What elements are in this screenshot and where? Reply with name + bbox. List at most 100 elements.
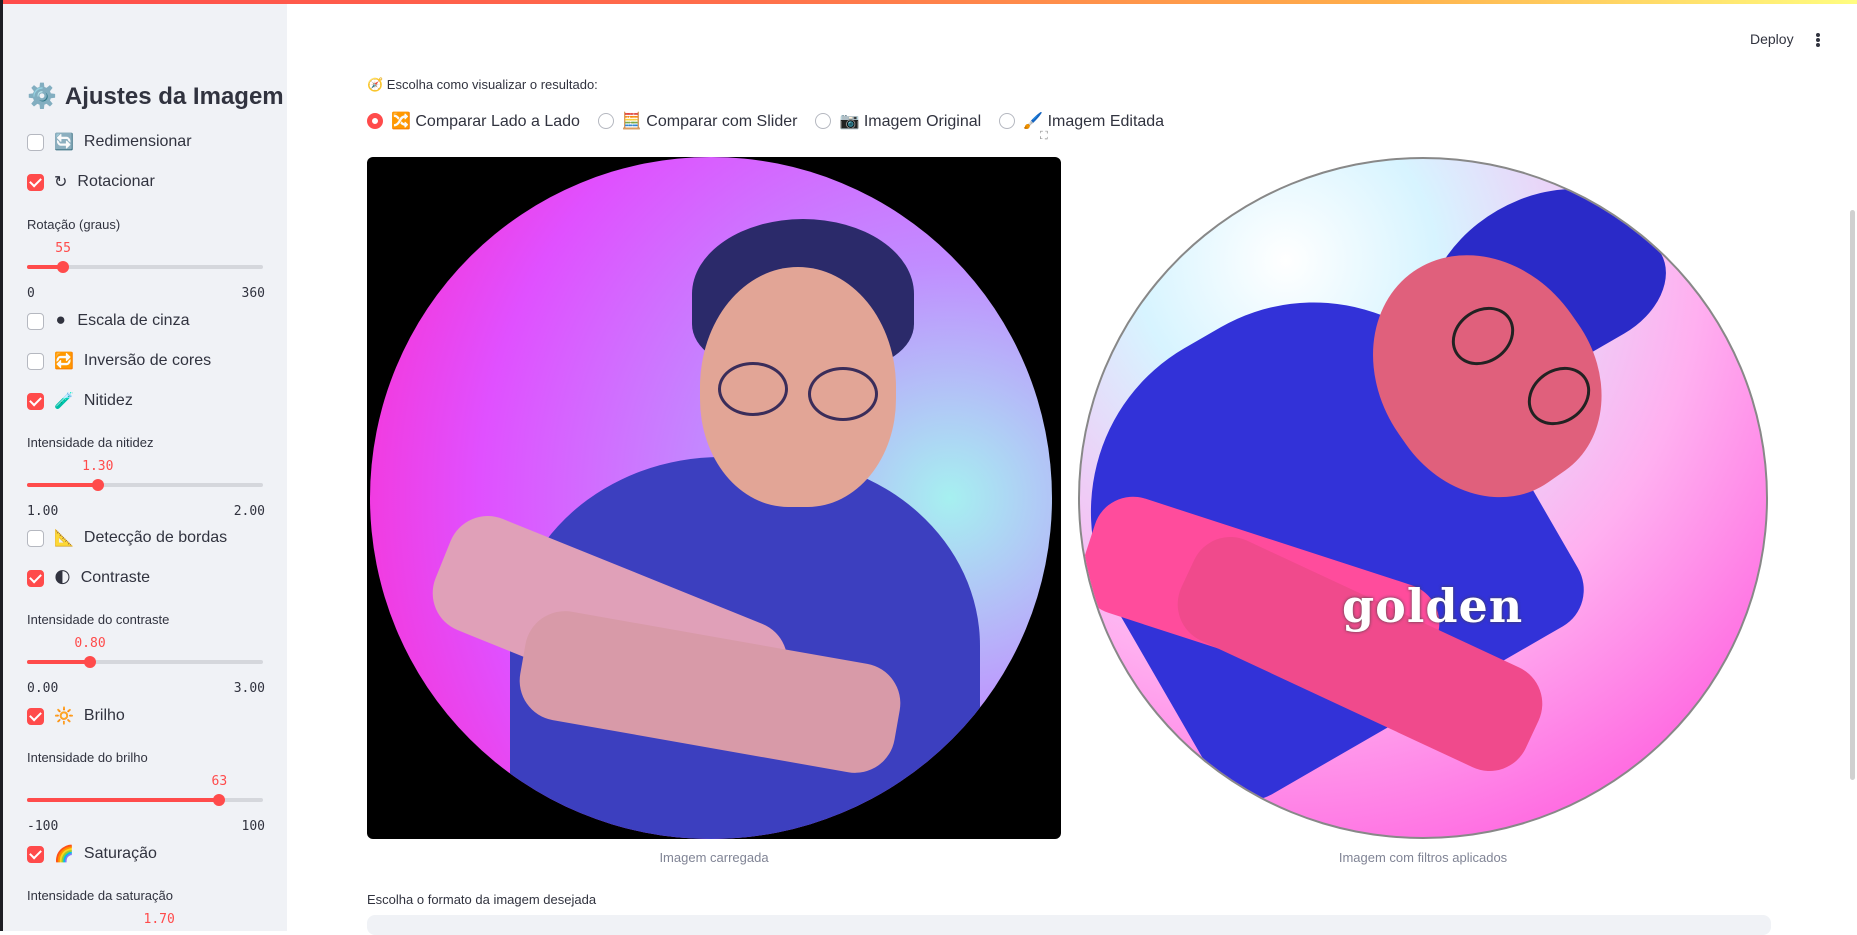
original-image <box>367 157 1061 839</box>
checkbox-0[interactable]: 🔄 Redimensionar <box>27 132 192 152</box>
checkbox-emoji-icon: 🧪 <box>54 393 74 410</box>
checkbox-box[interactable] <box>27 133 44 151</box>
checkbox-emoji-icon: 🔁 <box>54 353 74 370</box>
slider-label: Intensidade do contraste <box>27 612 170 627</box>
checkbox-5[interactable]: 🧪 Nitidez <box>27 391 133 411</box>
radio-indicator[interactable] <box>815 113 832 129</box>
page-scrollbar[interactable] <box>1850 210 1855 780</box>
checkbox-box[interactable] <box>27 312 44 330</box>
edited-image-caption: Imagem com filtros aplicados <box>1338 850 1508 865</box>
slider-11: Intensidade do brilho 63 -100 100 <box>27 750 267 840</box>
slider-thumb[interactable] <box>84 656 96 668</box>
checkbox-4[interactable]: 🔁 Inversão de cores <box>27 351 211 371</box>
glasses-lens <box>808 367 878 421</box>
fullscreen-icon[interactable]: ⛶ <box>1040 130 1052 142</box>
slider-2: Rotação (graus) 55 0 360 <box>27 217 267 307</box>
sidebar-title: ⚙️ Ajustes da Imagem <box>27 82 284 111</box>
checkbox-box[interactable] <box>27 707 44 725</box>
gear-icon: ⚙️ <box>27 83 57 110</box>
checkbox-label: Brilho <box>83 707 125 724</box>
slider-value: 55 <box>55 241 71 256</box>
radio-indicator[interactable] <box>597 113 614 129</box>
checkbox-emoji-icon: 📐 <box>54 530 74 547</box>
checkbox-8[interactable]: 🌓 Contraste <box>27 568 150 588</box>
sidebar: ⚙️ Ajustes da Imagem 🔄 Redimensionar ↻ Rota… <box>3 4 287 931</box>
slider-6: Intensidade da nitidez 1.30 1.00 2.00 <box>27 435 267 525</box>
radio-slider-compare[interactable]: 🧮 Comparar com Slider <box>597 111 798 131</box>
radio-label: 📷 Imagem Original <box>839 113 982 130</box>
checkbox-emoji-icon: 🌈 <box>54 846 74 863</box>
radio-edited-image[interactable]: 🖌️ Imagem Editada <box>999 111 1164 131</box>
sidebar-title-text: Ajustes da Imagem <box>64 82 284 110</box>
slider-track[interactable] <box>27 479 263 491</box>
checkbox-emoji-icon: 🔄 <box>54 134 74 151</box>
slider-min: -100 <box>27 819 59 834</box>
slider-track[interactable] <box>27 656 263 668</box>
radio-original-image[interactable]: 📷 Imagem Original <box>815 111 981 131</box>
checkbox-label: Detecção de bordas <box>83 529 228 546</box>
checkbox-box[interactable] <box>27 529 44 547</box>
view-mode-label: 🧭 Escolha como visualizar o resultado: <box>367 77 598 92</box>
format-select-label: Escolha o formato da imagem desejada <box>367 892 597 907</box>
checkbox-7[interactable]: 📐 Detecção de bordas <box>27 528 227 548</box>
slider-label: Intensidade da saturação <box>27 888 173 903</box>
checkbox-label: Nitidez <box>83 392 133 409</box>
slider-max: 100 <box>241 819 265 834</box>
checkbox-12[interactable]: 🌈 Saturação <box>27 844 157 864</box>
checkbox-label: Saturação <box>83 845 157 862</box>
checkbox-emoji-icon: ↻ <box>54 174 68 191</box>
radio-indicator[interactable] <box>999 113 1016 129</box>
slider-min: 0.00 <box>27 681 59 696</box>
checkbox-10[interactable]: 🔆 Brilho <box>27 706 125 726</box>
checkbox-box[interactable] <box>27 392 44 410</box>
slider-min: 0 <box>27 286 35 301</box>
checkbox-label: Redimensionar <box>83 133 192 150</box>
slider-value: 63 <box>211 774 228 789</box>
radio-label: 🔀 Comparar Lado a Lado <box>391 113 580 130</box>
slider-thumb[interactable] <box>91 479 104 491</box>
original-photo-circle <box>370 157 1052 839</box>
checkbox-emoji-icon: 🔆 <box>54 708 74 725</box>
radio-indicator[interactable] <box>367 113 383 129</box>
checkbox-emoji-icon: ⚫ <box>54 313 68 330</box>
slider-fill <box>27 660 90 664</box>
more-options-icon[interactable] <box>1814 30 1822 50</box>
radio-side-by-side[interactable]: 🔀 Comparar Lado a Lado <box>367 111 580 131</box>
slider-min: 1.00 <box>27 504 59 519</box>
slider-fill <box>27 798 220 802</box>
radio-label: 🧮 Comparar com Slider <box>621 113 798 130</box>
view-mode-radio-group: 🔀 Comparar Lado a Lado 🧮 Comparar com Sl… <box>367 111 1182 131</box>
checkbox-box[interactable] <box>27 845 44 863</box>
checkbox-box[interactable] <box>27 569 44 587</box>
slider-thumb[interactable] <box>57 261 70 273</box>
slider-label: Intensidade da nitidez <box>27 435 154 450</box>
slider-value: 1.30 <box>82 459 114 474</box>
slider-value: 0.80 <box>74 636 106 651</box>
slider-13: Intensidade da saturação 1.70 <box>27 888 267 931</box>
glasses-lens <box>718 362 788 416</box>
slider-label: Rotação (graus) <box>27 217 121 232</box>
checkbox-label: Rotacionar <box>77 173 155 190</box>
slider-max: 3.00 <box>233 681 265 696</box>
checkbox-emoji-icon: 🌓 <box>54 570 71 587</box>
slider-max: 2.00 <box>233 504 265 519</box>
slider-max: 360 <box>241 286 265 301</box>
deploy-button[interactable]: Deploy <box>1750 31 1794 47</box>
slider-track[interactable] <box>27 794 263 806</box>
watermark-text: golden <box>1342 579 1524 633</box>
slider-9: Intensidade do contraste 0.80 0.00 3.00 <box>27 612 267 702</box>
edited-image: golden <box>1076 155 1768 839</box>
edited-photo-circle: golden <box>1078 157 1768 839</box>
checkbox-box[interactable] <box>27 173 44 191</box>
slider-label: Intensidade do brilho <box>27 750 148 765</box>
slider-track[interactable] <box>27 261 263 273</box>
original-image-caption: Imagem carregada <box>659 850 769 865</box>
radio-label: 🖌️ Imagem Editada <box>1023 113 1165 130</box>
checkbox-1[interactable]: ↻ Rotacionar <box>27 172 155 192</box>
checkbox-box[interactable] <box>27 352 44 370</box>
format-select[interactable] <box>367 915 1771 935</box>
checkbox-3[interactable]: ⚫ Escala de cinza <box>27 311 189 331</box>
slider-thumb[interactable] <box>213 794 226 806</box>
checkbox-label: Escala de cinza <box>77 312 190 329</box>
checkbox-label: Inversão de cores <box>83 352 212 369</box>
